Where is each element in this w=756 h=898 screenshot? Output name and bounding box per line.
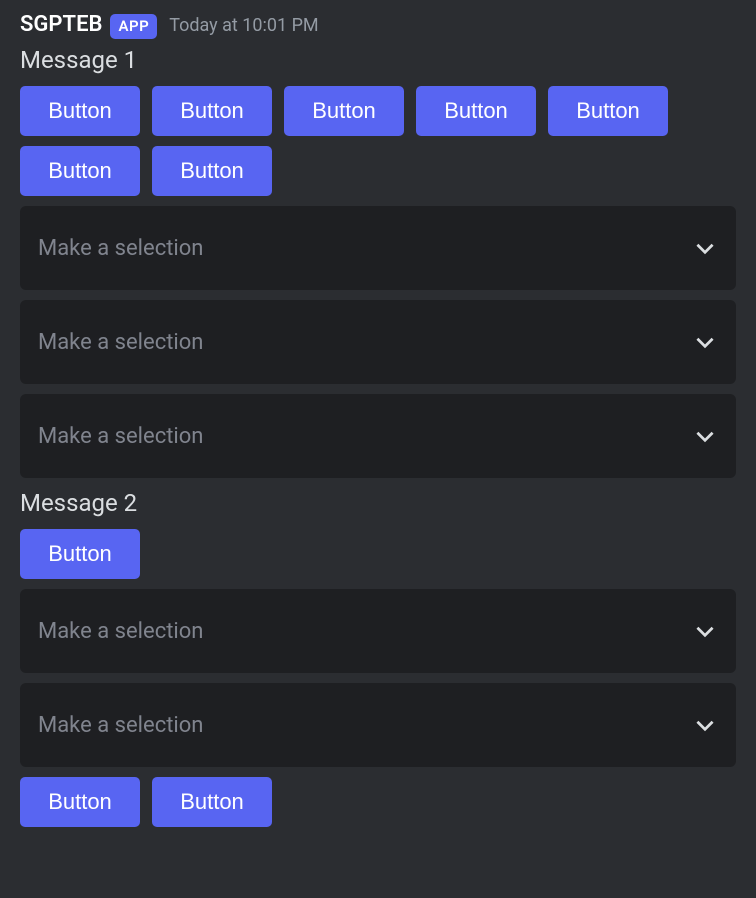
action-button[interactable]: Button <box>152 86 272 136</box>
select-menu[interactable]: Make a selection <box>20 589 736 673</box>
button-row: Button Button <box>20 777 736 827</box>
select-menu[interactable]: Make a selection <box>20 394 736 478</box>
action-button[interactable]: Button <box>548 86 668 136</box>
chevron-down-icon <box>692 329 718 355</box>
button-row: Button Button Button Button Button <box>20 86 736 136</box>
select-placeholder: Make a selection <box>38 236 203 261</box>
message-content-1: Message 1 <box>20 45 736 76</box>
message-content-2: Message 2 <box>20 488 736 519</box>
button-row: Button Button <box>20 146 736 196</box>
message-header: SGPTEB APP Today at 10:01 PM <box>20 12 736 39</box>
action-button[interactable]: Button <box>416 86 536 136</box>
select-placeholder: Make a selection <box>38 330 203 355</box>
select-menu[interactable]: Make a selection <box>20 206 736 290</box>
action-button[interactable]: Button <box>20 777 140 827</box>
discord-message: SGPTEB APP Today at 10:01 PM Message 1 B… <box>0 0 756 841</box>
action-button[interactable]: Button <box>20 86 140 136</box>
button-row: Button <box>20 529 736 579</box>
username[interactable]: SGPTEB <box>20 12 102 37</box>
action-button[interactable]: Button <box>20 146 140 196</box>
app-badge: APP <box>110 14 157 39</box>
chevron-down-icon <box>692 712 718 738</box>
select-placeholder: Make a selection <box>38 713 203 738</box>
select-menu[interactable]: Make a selection <box>20 300 736 384</box>
timestamp: Today at 10:01 PM <box>169 15 318 36</box>
select-placeholder: Make a selection <box>38 424 203 449</box>
chevron-down-icon <box>692 618 718 644</box>
chevron-down-icon <box>692 423 718 449</box>
chevron-down-icon <box>692 235 718 261</box>
action-button[interactable]: Button <box>20 529 140 579</box>
action-button[interactable]: Button <box>152 777 272 827</box>
action-button[interactable]: Button <box>152 146 272 196</box>
select-menu[interactable]: Make a selection <box>20 683 736 767</box>
select-placeholder: Make a selection <box>38 619 203 644</box>
action-button[interactable]: Button <box>284 86 404 136</box>
